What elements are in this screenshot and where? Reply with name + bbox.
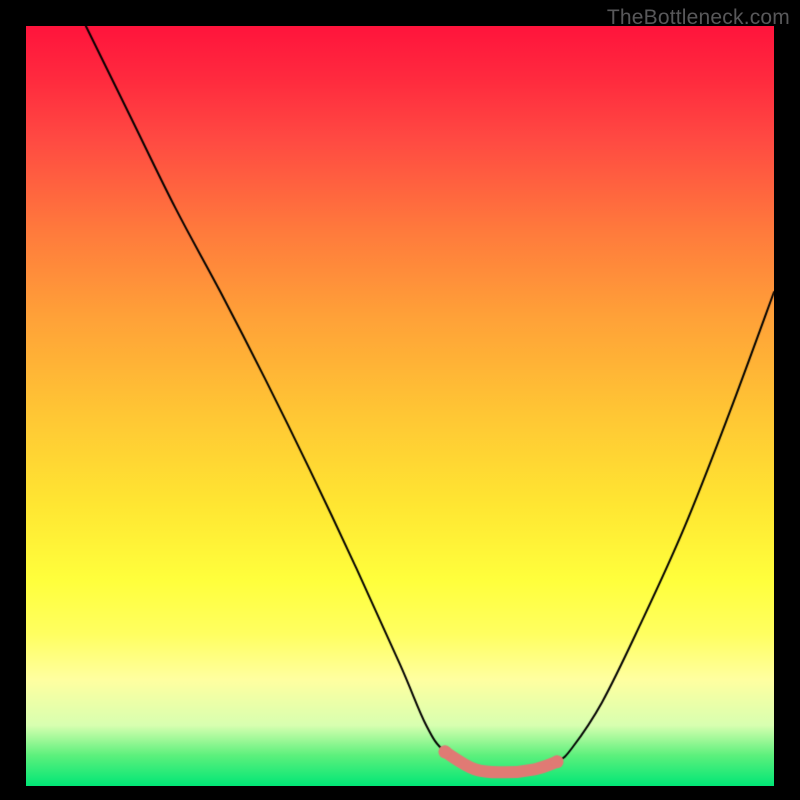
plot-area: [26, 26, 774, 786]
watermark-text: TheBottleneck.com: [607, 6, 790, 30]
